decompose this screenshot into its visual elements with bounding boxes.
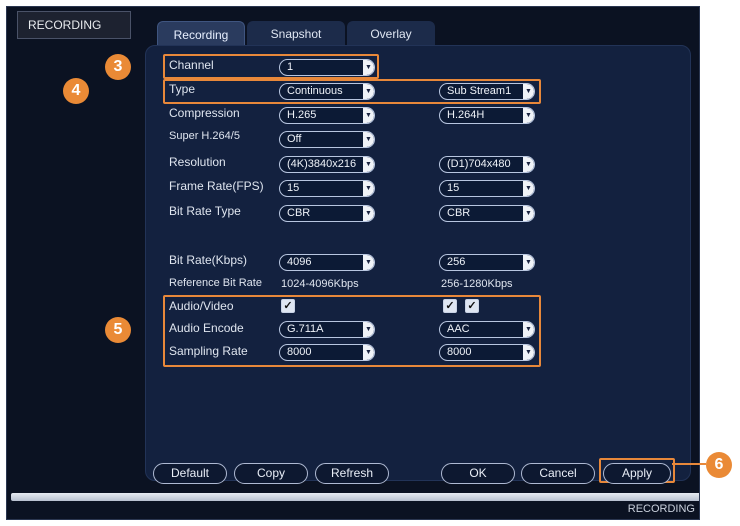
- tab-recording[interactable]: Recording: [157, 21, 245, 47]
- apply-button[interactable]: Apply: [603, 463, 671, 484]
- recording-screen: RECORDING Recording Snapshot Overlay Cha…: [6, 6, 700, 520]
- resolution-main-value: (4K)3840x216: [287, 158, 357, 170]
- compression-main-select[interactable]: H.265 ▼: [279, 107, 375, 124]
- callout-6: 6: [706, 452, 732, 478]
- resolution-main-select[interactable]: (4K)3840x216 ▼: [279, 156, 375, 173]
- dropdown-arrow-icon: ▼: [523, 255, 534, 270]
- callout-5: 5: [105, 317, 131, 343]
- callout-3: 3: [105, 54, 131, 80]
- bitrate-main-value: 4096: [287, 256, 312, 268]
- dropdown-arrow-icon: ▼: [523, 181, 534, 196]
- framerate-sub-select[interactable]: 15 ▼: [439, 180, 535, 197]
- cancel-button[interactable]: Cancel: [521, 463, 595, 484]
- bitrate-sub-value: 256: [447, 256, 466, 268]
- refbitrate-sub: 256-1280Kbps: [441, 278, 513, 290]
- default-button[interactable]: Default: [153, 463, 227, 484]
- label-super: Super H.264/5: [169, 130, 240, 142]
- callout-6-connector: [672, 463, 706, 465]
- dropdown-arrow-icon: ▼: [523, 206, 534, 221]
- compression-main-value: H.265: [287, 109, 317, 121]
- dropdown-arrow-icon: ▼: [523, 108, 534, 123]
- resolution-sub-select[interactable]: (D1)704x480 ▼: [439, 156, 535, 173]
- copy-button[interactable]: Copy: [234, 463, 308, 484]
- status-label: RECORDING: [627, 503, 695, 515]
- tab-overlay[interactable]: Overlay: [347, 21, 435, 47]
- dropdown-arrow-icon: ▼: [363, 181, 374, 196]
- bitratetype-main-value: CBR: [287, 207, 311, 219]
- compression-sub-value: H.264H: [447, 109, 485, 121]
- bitrate-sub-select[interactable]: 256 ▼: [439, 254, 535, 271]
- super-select[interactable]: Off ▼: [279, 131, 375, 148]
- highlight-audio: [163, 295, 541, 367]
- framerate-main-select[interactable]: 15 ▼: [279, 180, 375, 197]
- label-bitrate: Bit Rate(Kbps): [169, 253, 248, 267]
- callout-4: 4: [63, 78, 89, 104]
- super-value: Off: [287, 133, 302, 145]
- window-title: RECORDING: [17, 11, 131, 39]
- dropdown-arrow-icon: ▼: [363, 157, 374, 172]
- label-refbitrate: Reference Bit Rate: [169, 277, 262, 289]
- label-compression: Compression: [169, 106, 240, 120]
- bitratetype-sub-value: CBR: [447, 207, 471, 219]
- highlight-type: [163, 79, 541, 104]
- resolution-sub-value: (D1)704x480: [447, 158, 511, 170]
- framerate-main-value: 15: [287, 182, 300, 194]
- framerate-sub-value: 15: [447, 182, 460, 194]
- tab-snapshot[interactable]: Snapshot: [247, 21, 345, 47]
- bitrate-main-select[interactable]: 4096 ▼: [279, 254, 375, 271]
- label-bitratetype: Bit Rate Type: [169, 204, 241, 218]
- dropdown-arrow-icon: ▼: [363, 132, 374, 147]
- dropdown-arrow-icon: ▼: [363, 108, 374, 123]
- bitratetype-sub-select[interactable]: CBR ▼: [439, 205, 535, 222]
- dropdown-arrow-icon: ▼: [363, 255, 374, 270]
- bitratetype-main-select[interactable]: CBR ▼: [279, 205, 375, 222]
- refresh-button[interactable]: Refresh: [315, 463, 389, 484]
- compression-sub-select[interactable]: H.264H ▼: [439, 107, 535, 124]
- dropdown-arrow-icon: ▼: [523, 157, 534, 172]
- dropdown-arrow-icon: ▼: [363, 206, 374, 221]
- highlight-channel: [163, 54, 379, 79]
- ok-button[interactable]: OK: [441, 463, 515, 484]
- label-framerate: Frame Rate(FPS): [169, 179, 264, 193]
- refbitrate-main: 1024-4096Kbps: [281, 278, 359, 290]
- bottom-bar: [11, 493, 699, 501]
- label-resolution: Resolution: [169, 155, 226, 169]
